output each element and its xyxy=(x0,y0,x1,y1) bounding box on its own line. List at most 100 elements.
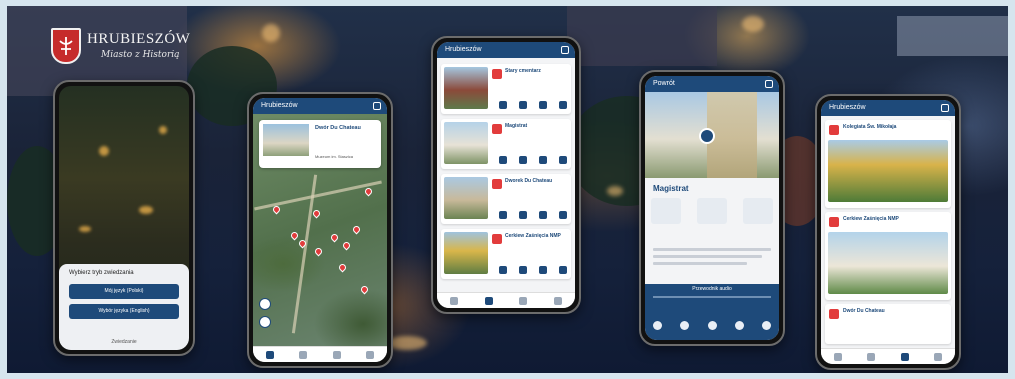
start-footer-link[interactable]: Zwiedzanie xyxy=(59,339,189,345)
heart-icon[interactable] xyxy=(519,211,527,219)
nav-map-icon[interactable] xyxy=(833,352,842,361)
map-pin-icon[interactable] xyxy=(289,230,300,241)
nav-favorites-icon[interactable] xyxy=(332,350,341,359)
app-header: Hrubieszów xyxy=(821,100,955,116)
list-item-image xyxy=(828,232,948,294)
night-photo-light xyxy=(99,146,109,156)
map-pin-icon[interactable] xyxy=(359,284,370,295)
locate-me-icon[interactable] xyxy=(259,298,271,310)
list-item[interactable]: Dworek Du Chateau xyxy=(441,174,571,224)
list-item-title: Dwór Du Chateau xyxy=(843,308,885,314)
settings-icon[interactable] xyxy=(765,80,773,88)
skip-forward-icon[interactable] xyxy=(762,321,771,330)
map-pin-icon[interactable] xyxy=(329,232,340,243)
map-pin-icon[interactable] xyxy=(341,240,352,251)
nav-favorites-icon[interactable] xyxy=(900,352,909,361)
background-building xyxy=(897,16,1008,56)
map-pin-icon[interactable] xyxy=(271,204,282,215)
street-light xyxy=(742,16,764,32)
nav-map-icon[interactable] xyxy=(265,350,274,359)
gallery-icon[interactable] xyxy=(697,198,727,224)
phone-detail-screen: Powrót Magistrat Przewodnik audio xyxy=(639,70,785,346)
heart-icon[interactable] xyxy=(651,198,681,224)
background-building xyxy=(567,6,717,66)
nav-list-icon[interactable] xyxy=(867,352,876,361)
list-screen: Hrubieszów Stary cmentarz Magistrat Dwor… xyxy=(437,42,575,308)
list-item-title: Dworek Du Chateau xyxy=(505,178,553,184)
item-actions xyxy=(499,156,567,164)
play-icon[interactable] xyxy=(499,101,507,109)
list-item-image xyxy=(828,140,948,202)
promo-banner: HRUBIESZÓW Miasto z Historią Wybierz try… xyxy=(7,6,1008,373)
favorite-item[interactable]: Cerkiew Zaśnięcia NMP xyxy=(825,212,951,300)
list-item[interactable]: Cerkiew Zaśnięcia NMP xyxy=(441,229,571,279)
navigate-icon[interactable] xyxy=(559,101,567,109)
night-photo-light xyxy=(79,226,91,232)
brand-tagline: Miasto z Historią xyxy=(101,50,180,60)
map-pin-icon[interactable] xyxy=(313,246,324,257)
street-light xyxy=(262,24,280,42)
heart-icon[interactable] xyxy=(519,156,527,164)
heart-icon[interactable] xyxy=(519,266,527,274)
list-item[interactable]: Magistrat xyxy=(441,119,571,169)
list-item-image xyxy=(444,122,488,164)
nav-favorites-icon[interactable] xyxy=(519,296,528,305)
navigate-icon[interactable] xyxy=(559,266,567,274)
map-pin-icon[interactable] xyxy=(337,262,348,273)
item-actions xyxy=(499,101,567,109)
list-item-image xyxy=(444,177,488,219)
gallery-icon[interactable] xyxy=(539,156,547,164)
nav-settings-icon[interactable] xyxy=(934,352,943,361)
nav-map-icon[interactable] xyxy=(450,296,459,305)
language-prompt: Wybierz tryb zwiedzania xyxy=(69,270,134,276)
gallery-icon[interactable] xyxy=(539,101,547,109)
compare-slider-handle[interactable] xyxy=(699,128,715,144)
audio-progress-bar[interactable] xyxy=(653,296,771,298)
gallery-icon[interactable] xyxy=(539,211,547,219)
navigate-icon[interactable] xyxy=(743,198,773,224)
gallery-icon[interactable] xyxy=(539,266,547,274)
navigate-icon[interactable] xyxy=(559,211,567,219)
detail-header: Powrót xyxy=(645,76,779,92)
nav-settings-icon[interactable] xyxy=(553,296,562,305)
item-actions xyxy=(499,211,567,219)
forward-icon[interactable] xyxy=(734,321,744,330)
phone-start-screen: Wybierz tryb zwiedzania Mój język (Polsk… xyxy=(53,80,195,356)
skip-back-icon[interactable] xyxy=(653,321,662,330)
primary-language-button[interactable]: Mój język (Polski) xyxy=(69,284,179,299)
settings-icon[interactable] xyxy=(561,46,569,54)
list-item-image xyxy=(444,67,488,109)
language-panel: Wybierz tryb zwiedzania Mój język (Polsk… xyxy=(59,264,189,350)
settings-icon[interactable] xyxy=(941,104,949,112)
nav-list-icon[interactable] xyxy=(299,350,308,359)
nav-list-icon[interactable] xyxy=(484,296,493,305)
app-header: Hrubieszów xyxy=(253,98,387,114)
street-light xyxy=(607,186,623,196)
city-logo: HRUBIESZÓW Miasto z Historią xyxy=(51,28,211,72)
category-icon xyxy=(829,217,839,227)
before-after-image[interactable] xyxy=(645,92,779,178)
heart-icon[interactable] xyxy=(519,101,527,109)
pause-icon[interactable] xyxy=(707,321,717,330)
place-card[interactable]: Dwór Du Chateau Muzeum im. Staszica xyxy=(259,120,381,168)
layers-icon[interactable] xyxy=(259,316,271,328)
map-pin-icon[interactable] xyxy=(351,224,362,235)
bottom-nav xyxy=(821,348,955,364)
play-icon[interactable] xyxy=(499,156,507,164)
navigate-icon[interactable] xyxy=(559,156,567,164)
play-icon[interactable] xyxy=(499,211,507,219)
phone-list-screen: Hrubieszów Stary cmentarz Magistrat Dwor… xyxy=(431,36,581,314)
play-icon[interactable] xyxy=(499,266,507,274)
nav-settings-icon[interactable] xyxy=(366,350,375,359)
settings-icon[interactable] xyxy=(373,102,381,110)
favorite-item[interactable]: Dwór Du Chateau xyxy=(825,304,951,344)
bottom-nav xyxy=(437,292,575,308)
audio-controls xyxy=(653,321,771,330)
list-item[interactable]: Stary cmentarz xyxy=(441,64,571,114)
favorite-item[interactable]: Kolegiata Św. Mikołaja xyxy=(825,120,951,208)
map-pin-icon[interactable] xyxy=(311,208,322,219)
choose-language-button[interactable]: Wybór języka (English) xyxy=(69,304,179,319)
back-button[interactable]: Powrót xyxy=(653,80,675,87)
rewind-icon[interactable] xyxy=(680,321,690,330)
map-pin-icon[interactable] xyxy=(363,186,374,197)
